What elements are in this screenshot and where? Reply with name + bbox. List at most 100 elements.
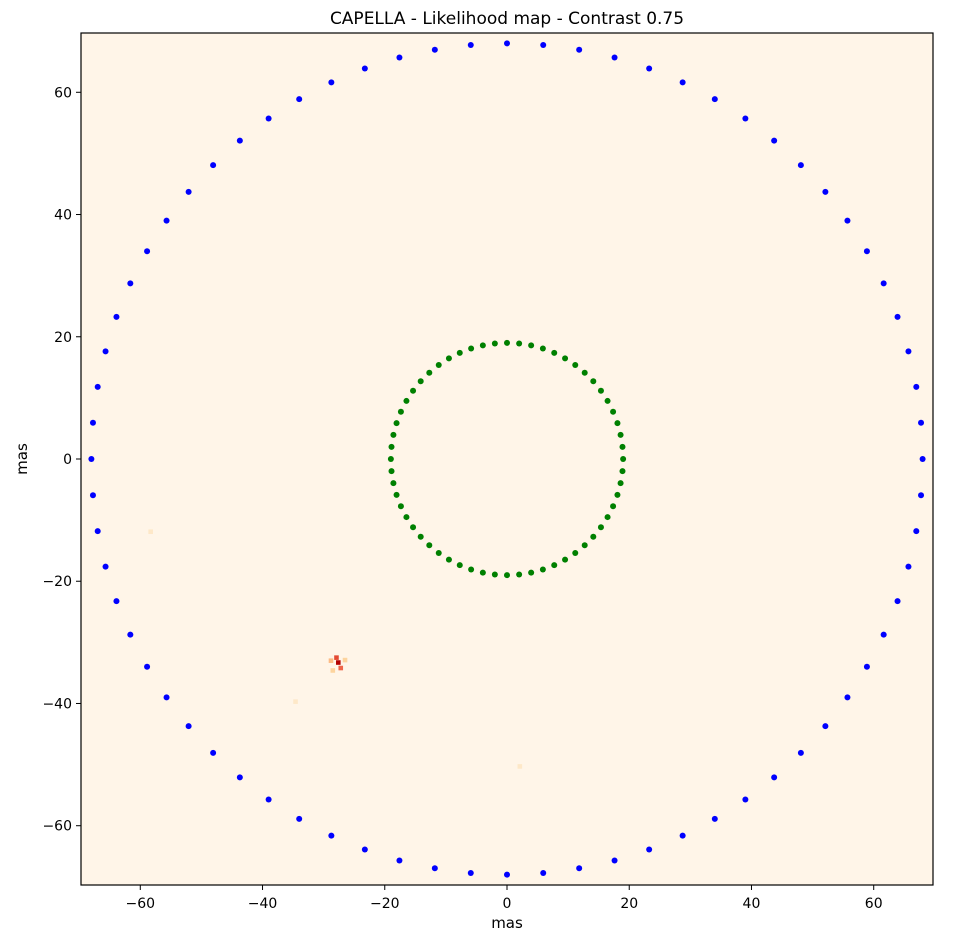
outer-ring-point bbox=[646, 846, 653, 853]
outer-ring-point bbox=[94, 383, 101, 390]
inner-ring-point bbox=[388, 468, 395, 475]
outer-ring-point bbox=[163, 694, 170, 701]
inner-ring-point bbox=[435, 549, 442, 556]
heatmap-background bbox=[81, 33, 933, 885]
inner-ring-point bbox=[610, 408, 617, 415]
inner-ring-point bbox=[610, 503, 617, 510]
inner-ring-point bbox=[572, 549, 579, 556]
outer-ring-point bbox=[102, 563, 109, 570]
inner-ring-point bbox=[445, 355, 452, 362]
x-tick-label: 60 bbox=[865, 896, 883, 912]
outer-ring-point bbox=[127, 280, 134, 287]
inner-ring-point bbox=[393, 491, 400, 498]
inner-ring-point bbox=[390, 431, 397, 438]
outer-ring-point bbox=[467, 870, 474, 877]
outer-ring-point bbox=[540, 870, 547, 877]
inner-ring-point bbox=[562, 355, 569, 362]
heatmap-cell bbox=[330, 668, 336, 673]
inner-ring-point bbox=[456, 562, 463, 569]
inner-ring-point bbox=[410, 387, 417, 394]
outer-ring-point bbox=[894, 598, 901, 605]
x-axis-label: mas bbox=[491, 914, 523, 932]
outer-ring-point bbox=[113, 598, 120, 605]
heatmap-cell bbox=[517, 764, 523, 769]
outer-ring-point bbox=[797, 162, 804, 169]
outer-ring-point bbox=[102, 348, 109, 355]
inner-ring-point bbox=[604, 514, 611, 521]
outer-ring-point bbox=[771, 774, 778, 781]
outer-ring-point bbox=[396, 54, 403, 61]
outer-ring-point bbox=[611, 54, 618, 61]
inner-ring-point bbox=[614, 491, 621, 498]
outer-ring-point bbox=[504, 40, 510, 47]
outer-ring-point bbox=[894, 313, 901, 320]
y-tick-label: 20 bbox=[54, 330, 72, 346]
y-tick-label: −40 bbox=[42, 696, 72, 712]
outer-ring-point bbox=[265, 115, 272, 122]
outer-ring-point bbox=[504, 871, 510, 878]
outer-ring-point bbox=[540, 41, 547, 48]
inner-ring-point bbox=[516, 571, 523, 578]
outer-ring-point bbox=[742, 115, 749, 122]
outer-ring-point bbox=[905, 563, 912, 570]
heatmap-cell bbox=[338, 665, 344, 671]
inner-ring-point bbox=[539, 345, 546, 352]
inner-ring-point bbox=[417, 533, 424, 540]
outer-ring-point bbox=[467, 41, 474, 48]
outer-ring-point bbox=[361, 846, 368, 853]
inner-ring-point bbox=[581, 542, 588, 549]
outer-ring-point bbox=[210, 749, 217, 756]
inner-ring-point bbox=[528, 342, 535, 349]
likelihood-map-chart: CAPELLA - Likelihood map - Contrast 0.75… bbox=[0, 0, 957, 944]
outer-ring-point bbox=[880, 280, 887, 287]
heatmap-cell bbox=[342, 657, 348, 663]
outer-ring-point bbox=[361, 65, 368, 72]
inner-ring-point bbox=[590, 378, 597, 385]
inner-ring-point bbox=[468, 345, 475, 352]
outer-ring-point bbox=[679, 832, 686, 839]
y-tick-label: −60 bbox=[42, 819, 72, 835]
y-axis-label: mas bbox=[13, 443, 31, 475]
x-tick-label: 40 bbox=[743, 896, 761, 912]
inner-ring-point bbox=[468, 566, 475, 573]
outer-ring-point bbox=[144, 248, 151, 255]
outer-ring-point bbox=[328, 832, 335, 839]
outer-ring-point bbox=[822, 188, 829, 195]
inner-ring-point bbox=[539, 566, 546, 573]
outer-ring-point bbox=[863, 248, 870, 255]
inner-ring-point bbox=[410, 524, 417, 531]
outer-ring-point bbox=[679, 79, 686, 86]
chart-svg: CAPELLA - Likelihood map - Contrast 0.75… bbox=[13, 9, 934, 932]
inner-ring-point bbox=[551, 349, 558, 356]
outer-ring-point bbox=[576, 865, 583, 872]
outer-ring-point bbox=[863, 663, 870, 670]
inner-ring-point bbox=[403, 514, 410, 521]
outer-ring-point bbox=[576, 46, 583, 53]
y-tick-label: −20 bbox=[42, 574, 72, 590]
inner-ring-point bbox=[393, 420, 400, 427]
outer-ring-point bbox=[89, 492, 96, 499]
outer-ring-point bbox=[163, 217, 170, 224]
outer-ring-point bbox=[918, 492, 925, 499]
inner-ring-point bbox=[504, 339, 510, 346]
y-tick-label: 40 bbox=[54, 208, 72, 224]
outer-ring-point bbox=[919, 456, 926, 462]
outer-ring-point bbox=[913, 528, 920, 535]
inner-ring-point bbox=[617, 431, 624, 438]
heatmap-cell bbox=[293, 699, 298, 704]
outer-ring-point bbox=[431, 46, 438, 53]
outer-ring-point bbox=[296, 815, 303, 822]
x-tick-label: −20 bbox=[370, 896, 400, 912]
heatmap-cell bbox=[336, 660, 341, 665]
outer-ring-point bbox=[236, 137, 243, 144]
inner-ring-point bbox=[551, 562, 558, 569]
inner-ring-point bbox=[390, 480, 397, 487]
outer-ring-point bbox=[144, 663, 151, 670]
y-tick-label: 60 bbox=[54, 85, 72, 101]
inner-ring-point bbox=[403, 397, 410, 404]
outer-ring-point bbox=[185, 188, 192, 195]
outer-ring-point bbox=[711, 96, 718, 103]
inner-ring-point bbox=[617, 480, 624, 487]
outer-ring-point bbox=[742, 796, 749, 803]
inner-ring-point bbox=[479, 342, 486, 349]
